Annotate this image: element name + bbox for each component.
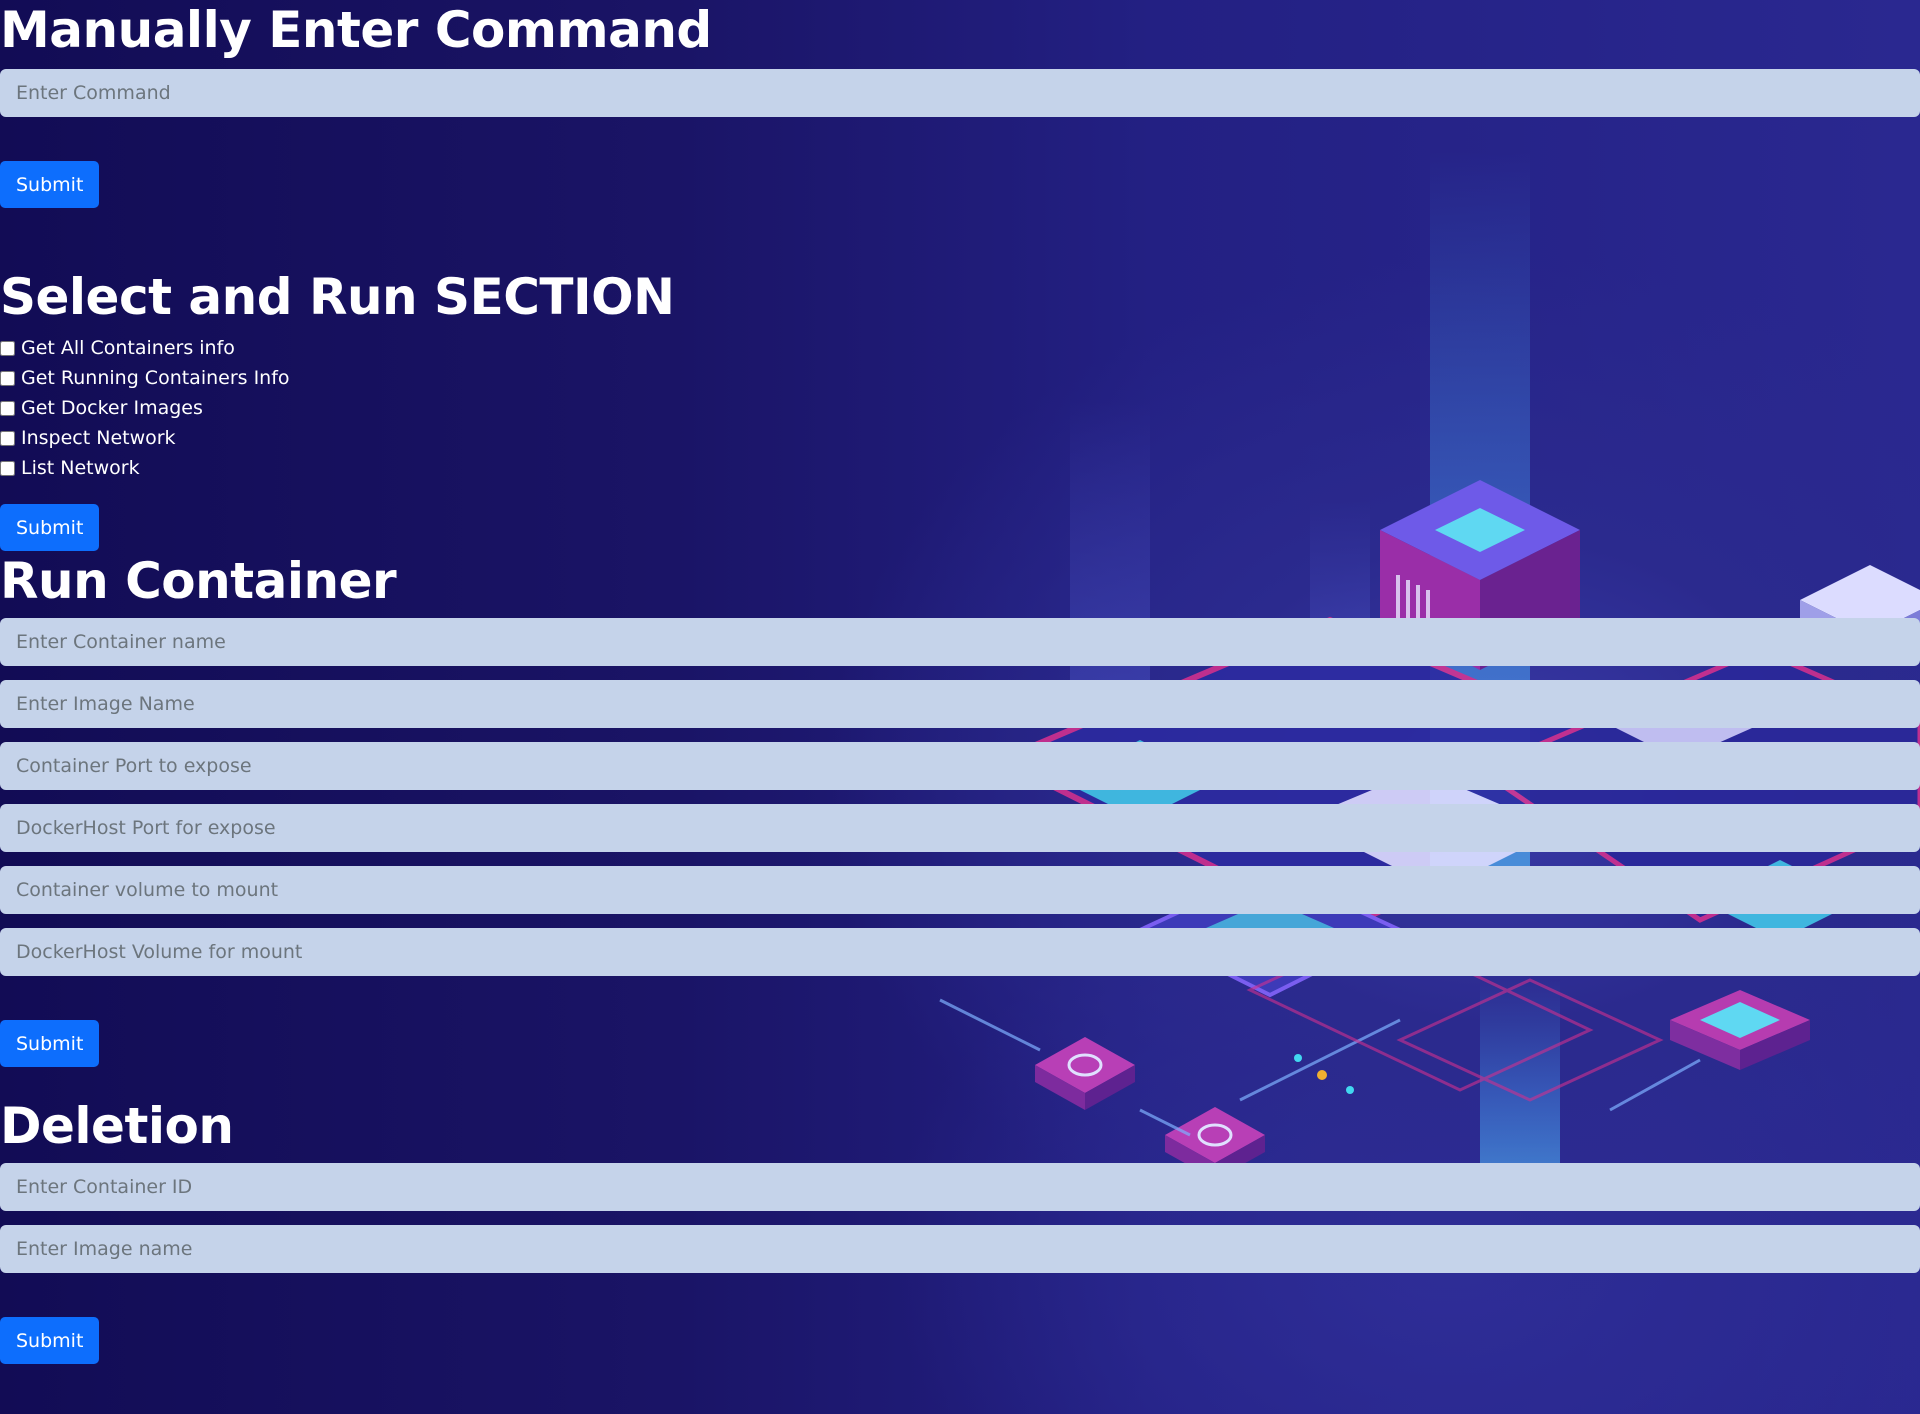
- option-checklist: Get All Containers info Get Running Cont…: [0, 333, 1920, 483]
- manual-command-section: Manually Enter Command Submit: [0, 0, 1920, 208]
- option-inspect-network[interactable]: Inspect Network: [0, 423, 1920, 453]
- container-port-input[interactable]: [0, 742, 1920, 790]
- run-container-heading: Run Container: [0, 552, 397, 610]
- select-run-section: Select and Run SECTION Get All Container…: [0, 267, 1920, 551]
- checkbox-get-docker-images[interactable]: [0, 400, 15, 416]
- run-container-section: Run Container Submit: [0, 551, 1920, 1067]
- deletion-heading: Deletion: [0, 1097, 234, 1155]
- dockerhost-volume-input[interactable]: [0, 928, 1920, 976]
- container-name-input[interactable]: [0, 618, 1920, 666]
- deletion-submit-button[interactable]: Submit: [0, 1317, 100, 1364]
- manual-command-heading: Manually Enter Command: [0, 1, 712, 59]
- deletion-fields: [0, 1163, 1920, 1273]
- container-id-input[interactable]: [0, 1163, 1920, 1211]
- option-label: Inspect Network: [21, 427, 176, 449]
- checkbox-list-network[interactable]: [0, 460, 15, 476]
- delete-image-name-input[interactable]: [0, 1225, 1920, 1273]
- run-container-submit-button[interactable]: Submit: [0, 1020, 100, 1067]
- option-label: Get Docker Images: [21, 397, 203, 419]
- command-input[interactable]: [0, 69, 1920, 117]
- option-get-docker-images[interactable]: Get Docker Images: [0, 393, 1920, 423]
- run-container-fields: [0, 618, 1920, 976]
- option-get-running-containers[interactable]: Get Running Containers Info: [0, 363, 1920, 393]
- deletion-section: Deletion Submit: [0, 1096, 1920, 1364]
- image-name-input[interactable]: [0, 680, 1920, 728]
- select-run-submit-button[interactable]: Submit: [0, 504, 100, 551]
- option-label: List Network: [21, 457, 140, 479]
- manual-submit-button[interactable]: Submit: [0, 161, 100, 208]
- option-list-network[interactable]: List Network: [0, 453, 1920, 483]
- select-run-heading: Select and Run SECTION: [0, 268, 675, 326]
- option-get-all-containers[interactable]: Get All Containers info: [0, 333, 1920, 363]
- checkbox-get-all-containers[interactable]: [0, 340, 15, 356]
- checkbox-get-running-containers[interactable]: [0, 370, 15, 386]
- checkbox-inspect-network[interactable]: [0, 430, 15, 446]
- container-volume-input[interactable]: [0, 866, 1920, 914]
- dockerhost-port-input[interactable]: [0, 804, 1920, 852]
- option-label: Get All Containers info: [21, 337, 235, 359]
- page-content: Manually Enter Command Submit Select and…: [0, 0, 1920, 1364]
- option-label: Get Running Containers Info: [21, 367, 290, 389]
